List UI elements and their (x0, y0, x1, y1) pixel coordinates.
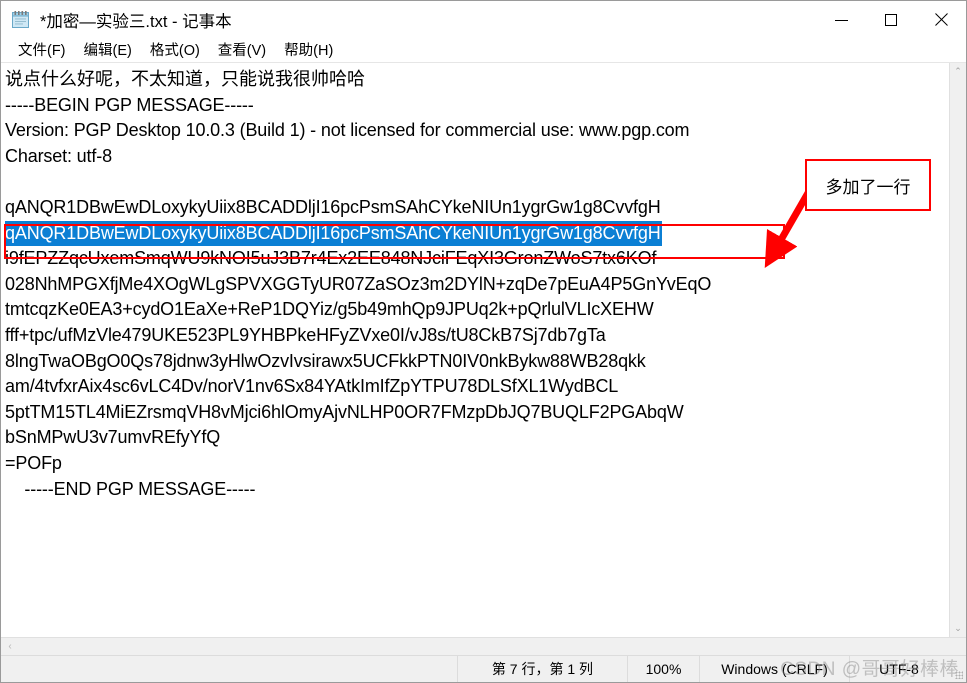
editor-line: am/4tvfxrAix4sc6vLC4Dv/norV1nv6Sx84YAtkI… (5, 374, 949, 400)
status-spacer (1, 656, 458, 682)
status-zoom[interactable]: 100% (628, 656, 700, 682)
editor-line-text: -----BEGIN PGP MESSAGE----- (5, 94, 254, 115)
editor-line-selected: qANQR1DBwEwDLoxykyUiix8BCADDljI16pcPsmSA… (5, 220, 662, 247)
notepad-window: *加密—实验三.txt - 记事本 文件(F) 编辑(E) 格式(O) 查看(V… (0, 0, 967, 683)
editor-line: -----END PGP MESSAGE----- (5, 477, 949, 503)
menu-format[interactable]: 格式(O) (141, 40, 209, 62)
editor-line: qANQR1DBwEwDLoxykyUiix8BCADDljI16pcPsmSA… (5, 220, 949, 247)
minimize-icon (834, 19, 848, 21)
status-bar: 第 7 行，第 1 列 100% Windows (CRLF) UTF-8 (1, 655, 966, 682)
editor-line-text: Version: PGP Desktop 10.0.3 (Build 1) - … (5, 120, 690, 141)
editor-line-text (5, 169, 949, 195)
editor-line-text: bSnMPwU3v7umvREfyYfQ (5, 427, 221, 448)
minimize-button[interactable] (816, 1, 866, 39)
editor-line-text: fff+tpc/ufMzVle479UKE523PL9YHBPkeHFyZVxe… (5, 324, 606, 345)
text-editor[interactable]: 说点什么好呢，不太知道，只能说我很帅哈哈 -----BEGIN PGP MESSA… (1, 63, 949, 637)
status-cursor-position: 第 7 行，第 1 列 (458, 656, 628, 682)
close-button[interactable] (916, 1, 966, 39)
resize-grip[interactable] (948, 656, 966, 682)
editor-line-text: tmtcqzKe0EA3+cydO1EaXe+ReP1DQYiz/g5b49mh… (5, 299, 654, 320)
window-title: *加密—实验三.txt - 记事本 (40, 13, 232, 31)
horizontal-scrollbar[interactable]: ‹ (1, 637, 966, 656)
resize-grip-icon (955, 671, 963, 679)
menu-edit[interactable]: 编辑(E) (75, 40, 141, 62)
text-row: 说点什么好呢，不太知道，只能说我很帅哈哈 -----BEGIN PGP MESSA… (1, 63, 966, 637)
editor-line: Version: PGP Desktop 10.0.3 (Build 1) - … (5, 118, 949, 144)
menu-view[interactable]: 查看(V) (209, 40, 275, 62)
editor-line-text: i9fEPZZqcUxemSmqWU9kNOI5uJ3B7r4Ex2EE848N… (5, 248, 657, 269)
editor-line: fff+tpc/ufMzVle479UKE523PL9YHBPkeHFyZVxe… (5, 323, 949, 349)
scroll-left-arrow-icon[interactable]: ‹ (1, 638, 19, 656)
editor-line: tmtcqzKe0EA3+cydO1EaXe+ReP1DQYiz/g5b49mh… (5, 297, 949, 323)
editor-line: bSnMPwU3v7umvREfyYfQ (5, 425, 949, 451)
editor-line: 5ptTM15TL4MiEZrsmqVH8vMjci6hlOmyAjvNLHP0… (5, 400, 949, 426)
editor-line-text: 说点什么好呢，不太知道，只能说我很帅哈哈 (5, 69, 365, 89)
editor-line: 8lngTwaOBgO0Qs78jdnw3yHlwOzvIvsirawx5UCF… (5, 349, 949, 375)
maximize-icon (885, 14, 897, 26)
scrollbar-corner (949, 637, 966, 656)
vertical-scrollbar[interactable]: ⌃ ⌄ (949, 63, 966, 637)
scroll-down-arrow-icon[interactable]: ⌄ (950, 620, 967, 637)
editor-line: 028NhMPGXfjMe4XOgWLgSPVXGGTyUR07ZaSOz3m2… (5, 272, 949, 298)
notepad-icon (10, 9, 32, 31)
editor-line-text: 8lngTwaOBgO0Qs78jdnw3yHlwOzvIvsirawx5UCF… (5, 350, 646, 371)
editor-line-text: qANQR1DBwEwDLoxykyUiix8BCADDljI16pcPsmSA… (5, 196, 661, 217)
editor-line: Charset: utf-8 (5, 144, 949, 170)
editor-line-text: 028NhMPGXfjMe4XOgWLgSPVXGGTyUR07ZaSOz3m2… (5, 273, 712, 294)
editor-line: -----BEGIN PGP MESSAGE----- (5, 93, 949, 119)
editor-line-text: 5ptTM15TL4MiEZrsmqVH8vMjci6hlOmyAjvNLHP0… (5, 401, 684, 422)
editor-line: =POFp (5, 451, 949, 477)
maximize-button[interactable] (866, 1, 916, 39)
editor-line-text: =POFp (5, 452, 62, 473)
editor-line: i9fEPZZqcUxemSmqWU9kNOI5uJ3B7r4Ex2EE848N… (5, 246, 949, 272)
editor-line-text: Charset: utf-8 (5, 145, 112, 166)
menu-file[interactable]: 文件(F) (9, 40, 75, 62)
scroll-up-arrow-icon[interactable]: ⌃ (950, 63, 967, 80)
editor-line-text: am/4tvfxrAix4sc6vLC4Dv/norV1nv6Sx84YAtkI… (5, 376, 619, 397)
editor-line (5, 169, 949, 195)
menu-bar: 文件(F) 编辑(E) 格式(O) 查看(V) 帮助(H) (1, 39, 966, 63)
title-bar: *加密—实验三.txt - 记事本 (1, 1, 966, 39)
client-area: 说点什么好呢，不太知道，只能说我很帅哈哈 -----BEGIN PGP MESSA… (1, 63, 966, 656)
editor-line: qANQR1DBwEwDLoxykyUiix8BCADDljI16pcPsmSA… (5, 195, 949, 221)
close-icon (934, 13, 948, 27)
status-line-ending: Windows (CRLF) (700, 656, 850, 682)
editor-line-text: -----END PGP MESSAGE----- (5, 478, 256, 499)
window-controls (816, 1, 966, 39)
editor-line: 说点什么好呢，不太知道，只能说我很帅哈哈 (5, 67, 949, 93)
menu-help[interactable]: 帮助(H) (275, 40, 342, 62)
status-encoding: UTF-8 (879, 661, 919, 677)
